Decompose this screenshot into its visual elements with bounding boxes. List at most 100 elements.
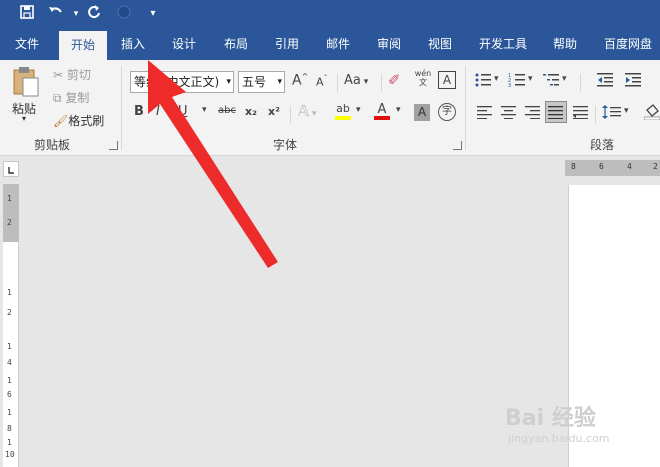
change-case-icon: Aa	[344, 73, 361, 88]
customize-qat-icon[interactable]: ▾	[143, 4, 163, 24]
tab-selector[interactable]	[3, 161, 19, 177]
grow-font-button[interactable]: A^	[292, 72, 308, 89]
subscript-button[interactable]: x₂	[245, 105, 257, 118]
cut-button[interactable]: ✂ 剪切	[53, 66, 91, 83]
underline-dropdown-icon[interactable]: ▾	[202, 105, 207, 115]
underline-icon: U	[178, 104, 188, 119]
undo-dropdown-icon[interactable]: ▾	[66, 4, 86, 24]
format-painter-button[interactable]: 🖌格式刷	[53, 112, 104, 129]
ribbon-home: 粘贴 ▾ ✂ 剪切 ⧉ 复制 🖌格式刷 剪贴板 等线 (中文正文) ▾ 五号 ▾ A…	[0, 60, 660, 156]
bold-button[interactable]: B	[134, 104, 144, 119]
paste-button[interactable]: 粘贴 ▾	[8, 66, 44, 123]
clipboard-group-label: 剪贴板	[34, 138, 71, 152]
tab-view[interactable]: 视图	[419, 28, 461, 60]
align-left-icon	[477, 106, 492, 119]
distributed-button[interactable]	[573, 105, 589, 123]
distributed-icon	[573, 106, 588, 119]
tab-insert[interactable]: 插入	[112, 28, 154, 60]
strikethrough-icon: abc	[218, 105, 236, 116]
clipboard-dialog-launcher-icon[interactable]	[109, 141, 118, 150]
save-icon[interactable]	[17, 4, 37, 24]
touch-mode-icon[interactable]	[114, 4, 134, 24]
multilevel-list-dropdown-icon[interactable]: ▾	[562, 74, 567, 84]
superscript-icon: x²	[268, 105, 280, 118]
font-name-combobox[interactable]: 等线 (中文正文) ▾	[130, 71, 234, 93]
character-shading-icon: A	[417, 105, 427, 119]
group-divider	[381, 74, 382, 92]
numbering-button[interactable]: 123	[508, 72, 526, 92]
ruler-number: 2	[653, 162, 658, 171]
line-spacing-button[interactable]	[602, 104, 622, 124]
paint-bucket-icon	[643, 104, 660, 121]
copy-button[interactable]: ⧉ 复制	[53, 89, 89, 106]
text-effects-icon: 𝔸	[298, 102, 310, 120]
tab-review[interactable]: 审阅	[368, 28, 410, 60]
font-color-dropdown-icon[interactable]: ▾	[396, 105, 401, 115]
tab-help[interactable]: 帮助	[544, 28, 586, 60]
scissors-icon: ✂	[53, 68, 64, 82]
character-border-button[interactable]: A	[438, 71, 456, 89]
paste-dropdown-icon: ▾	[22, 114, 27, 123]
font-dialog-launcher-icon[interactable]	[453, 141, 462, 150]
ruler-number: 1	[7, 342, 12, 351]
chevron-down-icon: ▾	[277, 77, 282, 87]
tab-file[interactable]: 文件	[6, 28, 48, 60]
text-effects-button[interactable]: 𝔸 ▾	[298, 102, 317, 120]
bullets-icon	[475, 73, 491, 87]
increase-indent-button[interactable]	[624, 72, 642, 92]
strikethrough-button[interactable]: abc	[218, 105, 236, 116]
redo-icon[interactable]	[85, 4, 105, 24]
shading-button[interactable]	[643, 104, 660, 124]
tab-references[interactable]: 引用	[266, 28, 308, 60]
italic-button[interactable]: I	[156, 104, 160, 119]
tab-developer[interactable]: 开发工具	[471, 28, 535, 60]
underline-button[interactable]: U	[178, 104, 188, 119]
multilevel-list-button[interactable]	[542, 72, 560, 92]
group-divider	[121, 66, 122, 150]
align-left-button[interactable]	[477, 105, 493, 123]
enclose-characters-button[interactable]: 字	[438, 103, 456, 121]
bold-icon: B	[134, 104, 144, 119]
align-right-button[interactable]	[525, 105, 541, 123]
line-spacing-dropdown-icon[interactable]: ▾	[624, 106, 629, 116]
ruler-number: 6	[599, 162, 604, 171]
quick-access-toolbar: ▾ ▾	[0, 0, 660, 28]
clear-formatting-button[interactable]: ✐	[388, 71, 401, 89]
ruler-number: 1	[7, 194, 12, 203]
ruler-bar	[0, 156, 660, 182]
tab-home[interactable]: 开始	[59, 31, 107, 60]
vertical-ruler[interactable]: 1 2 1 2 1 4 1 6 1 8 1 10	[3, 184, 19, 467]
bullets-button[interactable]	[474, 72, 492, 92]
superscript-button[interactable]: x²	[268, 105, 280, 118]
highlight-button[interactable]: ab	[335, 102, 351, 120]
decrease-indent-button[interactable]	[596, 72, 614, 92]
shrink-font-button[interactable]: Aˇ	[316, 74, 328, 89]
tab-mailings[interactable]: 邮件	[317, 28, 359, 60]
ruler-number: 8	[7, 424, 12, 433]
phonetic-guide-icon: wén 文	[414, 69, 432, 87]
bullets-dropdown-icon[interactable]: ▾	[494, 74, 499, 84]
copy-label: 复制	[65, 91, 90, 105]
format-painter-label: 格式刷	[68, 114, 105, 128]
phonetic-guide-button[interactable]: wén 文	[413, 69, 433, 87]
align-center-button[interactable]	[501, 105, 517, 123]
subscript-icon: x₂	[245, 105, 257, 118]
justify-button[interactable]	[545, 101, 567, 123]
font-size-combobox[interactable]: 五号 ▾	[238, 71, 285, 93]
ribbon-tabs: 文件 开始 插入 设计 布局 引用 邮件 审阅 视图 开发工具 帮助 百度网盘	[0, 28, 660, 60]
shrink-font-icon: A	[316, 75, 324, 89]
tab-design[interactable]: 设计	[163, 28, 205, 60]
italic-icon: I	[156, 104, 160, 119]
undo-icon[interactable]	[46, 4, 66, 24]
horizontal-ruler[interactable]: 8 6 4 2	[565, 160, 660, 176]
ruler-number: 2	[7, 308, 12, 317]
change-case-button[interactable]: Aa ▾	[344, 73, 368, 88]
baidu-watermark: Bai 经验	[505, 406, 596, 431]
eraser-icon: ✐	[388, 71, 401, 89]
highlight-dropdown-icon[interactable]: ▾	[356, 105, 361, 115]
character-shading-button[interactable]: A	[414, 104, 430, 121]
tab-baidu-netdisk[interactable]: 百度网盘	[596, 28, 660, 60]
numbering-dropdown-icon[interactable]: ▾	[528, 74, 533, 84]
tab-layout[interactable]: 布局	[215, 28, 257, 60]
font-color-button[interactable]: A	[374, 102, 390, 120]
